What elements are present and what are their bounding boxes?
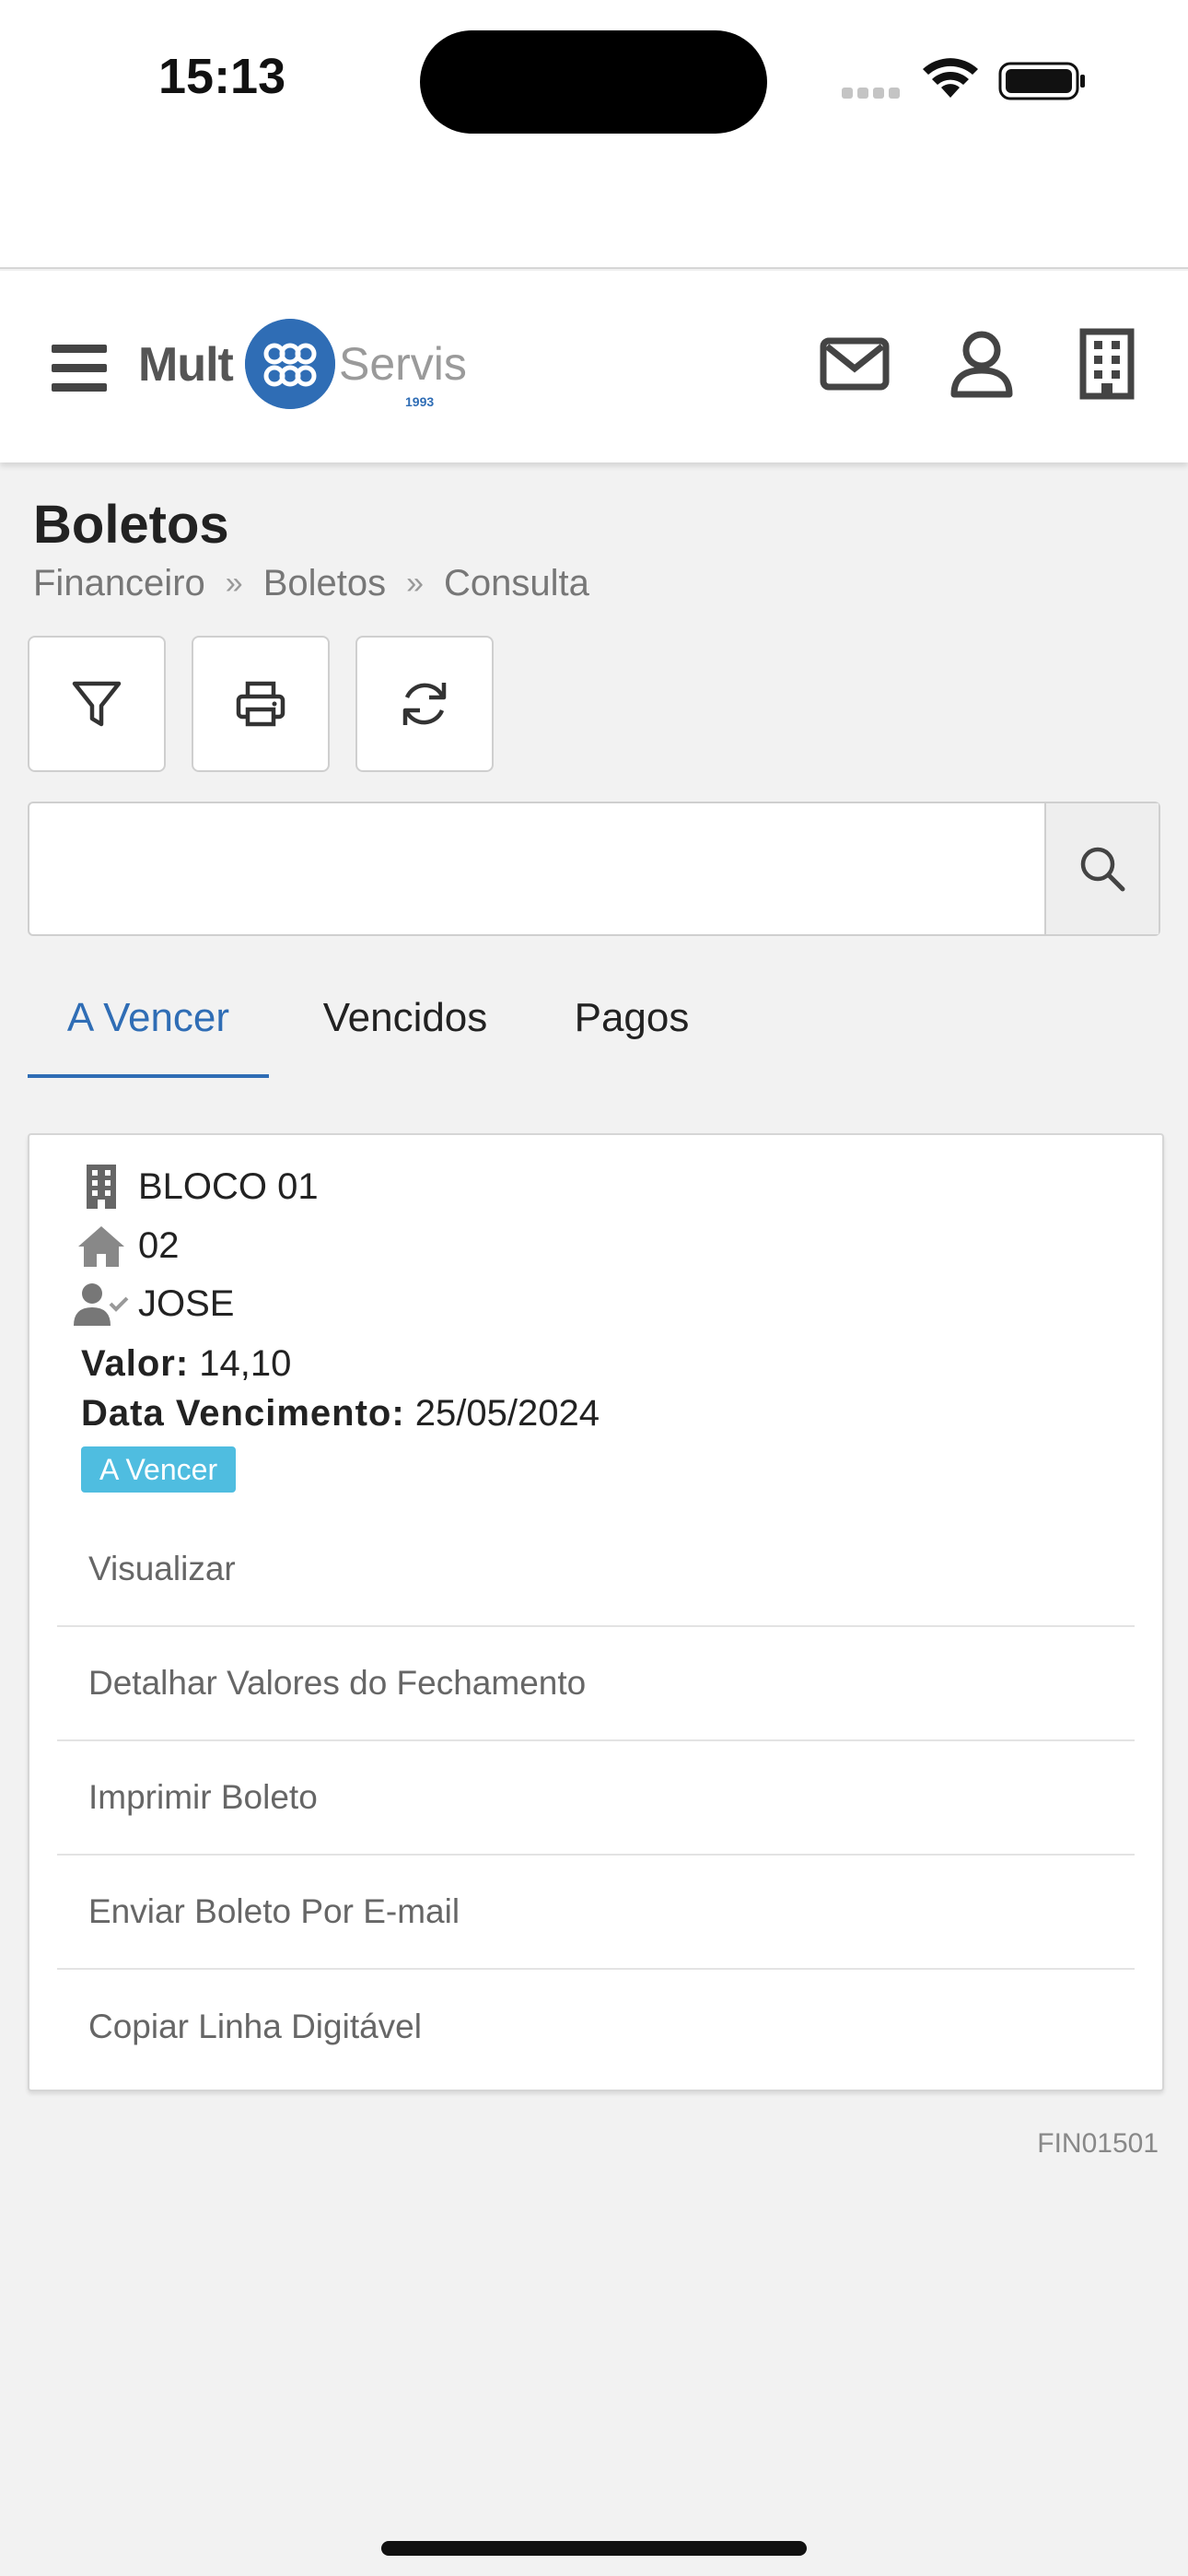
home-icon — [74, 1223, 129, 1269]
action-list: Visualizar Detalhar Valores do Fechament… — [57, 1513, 1135, 2084]
breadcrumb: Financeiro » Boletos » Consulta — [33, 560, 589, 606]
refresh-button[interactable] — [355, 636, 494, 772]
search-bar — [28, 802, 1160, 936]
valor-label: Valor: — [81, 1343, 190, 1384]
valor-row: Valor: 14,10 — [81, 1343, 291, 1385]
menu-icon[interactable] — [52, 345, 107, 392]
page-title: Boletos — [33, 495, 229, 555]
wifi-icon — [923, 58, 978, 98]
page-code: FIN01501 — [1037, 2128, 1159, 2159]
logo-since: 1993 — [405, 394, 435, 409]
morador-value: JOSE — [138, 1282, 235, 1324]
action-enviar-email[interactable]: Enviar Boleto Por E-mail — [57, 1856, 1135, 1970]
breadcrumb-separator-icon: » — [225, 565, 243, 601]
boleto-card: BLOCO 01 02 JOSE Valor: 14,10 Data Venci… — [28, 1133, 1164, 2091]
tab-pagos[interactable]: Pagos — [549, 977, 715, 1078]
user-check-icon — [74, 1281, 129, 1327]
unidade-row: 02 — [74, 1220, 180, 1271]
search-button[interactable] — [1044, 803, 1159, 934]
action-imprimir-boleto[interactable]: Imprimir Boleto — [57, 1741, 1135, 1856]
vencimento-label: Data Vencimento: — [81, 1393, 405, 1434]
breadcrumb-item-consulta: Consulta — [444, 562, 589, 603]
battery-icon — [998, 62, 1085, 100]
unidade-value: 02 — [138, 1224, 180, 1266]
action-copiar-linha[interactable]: Copiar Linha Digitável — [57, 1970, 1135, 2084]
multservis-logo[interactable]: Mult Servis 1993 — [138, 319, 470, 420]
home-indicator[interactable] — [381, 2541, 807, 2556]
status-bar: 15:13 — [0, 0, 1188, 269]
breadcrumb-item-financeiro[interactable]: Financeiro — [33, 563, 205, 604]
filter-icon — [72, 681, 122, 727]
action-visualizar[interactable]: Visualizar — [57, 1513, 1135, 1627]
app-header: Mult Servis 1993 — [0, 271, 1188, 463]
vencimento-row: Data Vencimento: 25/05/2024 — [81, 1393, 600, 1434]
breadcrumb-item-boletos[interactable]: Boletos — [263, 563, 386, 604]
tab-a-vencer[interactable]: A Vencer — [28, 977, 269, 1078]
search-icon — [1080, 847, 1125, 892]
status-badge: A Vencer — [81, 1446, 237, 1493]
dynamic-island — [420, 30, 767, 134]
bloco-value: BLOCO 01 — [138, 1165, 319, 1207]
tab-vencidos[interactable]: Vencidos — [304, 977, 507, 1078]
building-icon[interactable] — [1070, 326, 1144, 400]
search-input[interactable] — [29, 803, 1046, 934]
building-icon — [74, 1164, 129, 1210]
logo-text-right: Servis — [339, 338, 467, 390]
status-tabs: A Vencer Vencidos Pagos — [28, 977, 1160, 1078]
bloco-row: BLOCO 01 — [74, 1161, 319, 1212]
action-detalhar-valores[interactable]: Detalhar Valores do Fechamento — [57, 1627, 1135, 1741]
status-time: 15:13 — [158, 49, 286, 104]
morador-row: JOSE — [74, 1278, 234, 1329]
logo-text-left: Mult — [138, 338, 234, 392]
user-icon[interactable] — [945, 326, 1019, 400]
breadcrumb-separator-icon: » — [406, 565, 425, 601]
logo-emblem-icon — [245, 319, 335, 409]
print-button[interactable] — [192, 636, 330, 772]
valor-value: 14,10 — [199, 1343, 292, 1384]
vencimento-value: 25/05/2024 — [414, 1393, 600, 1434]
refresh-icon — [402, 683, 447, 725]
cellular-signal-icon — [842, 85, 906, 99]
filter-button[interactable] — [28, 636, 166, 772]
print-icon — [236, 681, 285, 727]
mail-icon[interactable] — [818, 326, 891, 400]
